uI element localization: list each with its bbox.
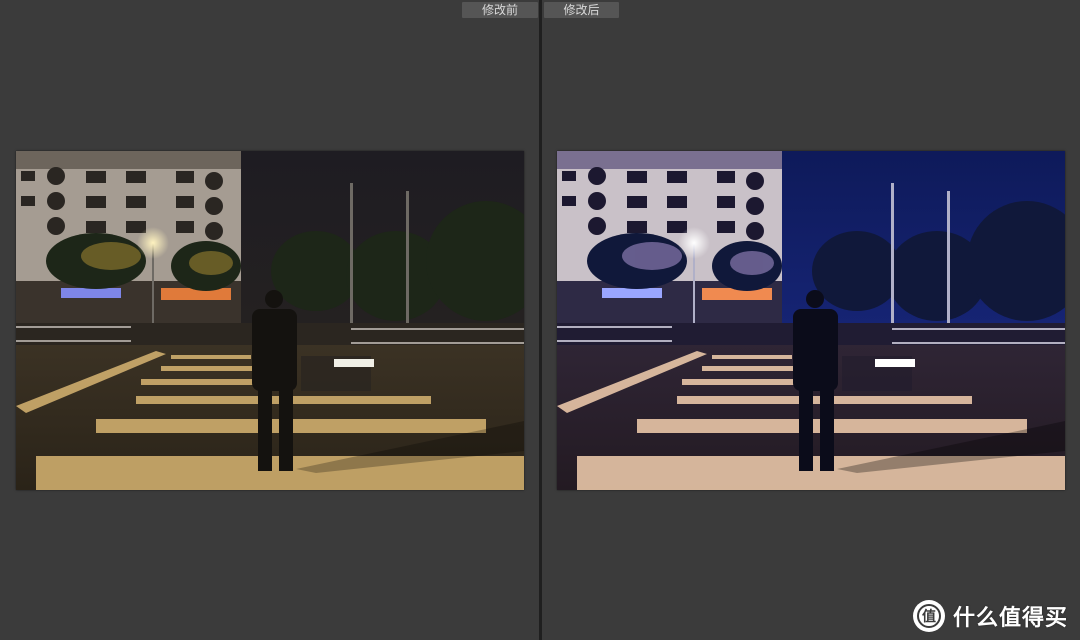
before-photo [16, 151, 524, 490]
zhi-logo-icon: 值 [912, 600, 945, 632]
before-label: 修改前 [462, 2, 538, 18]
night-crosswalk-photo-before [16, 151, 524, 490]
svg-text:值: 值 [922, 608, 936, 625]
night-crosswalk-photo-after [557, 151, 1065, 490]
watermark: 值 什么值得买 [912, 600, 1068, 632]
watermark-text: 什么值得买 [952, 606, 1068, 631]
after-photo [557, 151, 1065, 490]
after-pane: 修改后 [542, 0, 1080, 640]
after-label: 修改后 [544, 2, 619, 18]
before-pane: 修改前 [0, 0, 539, 640]
